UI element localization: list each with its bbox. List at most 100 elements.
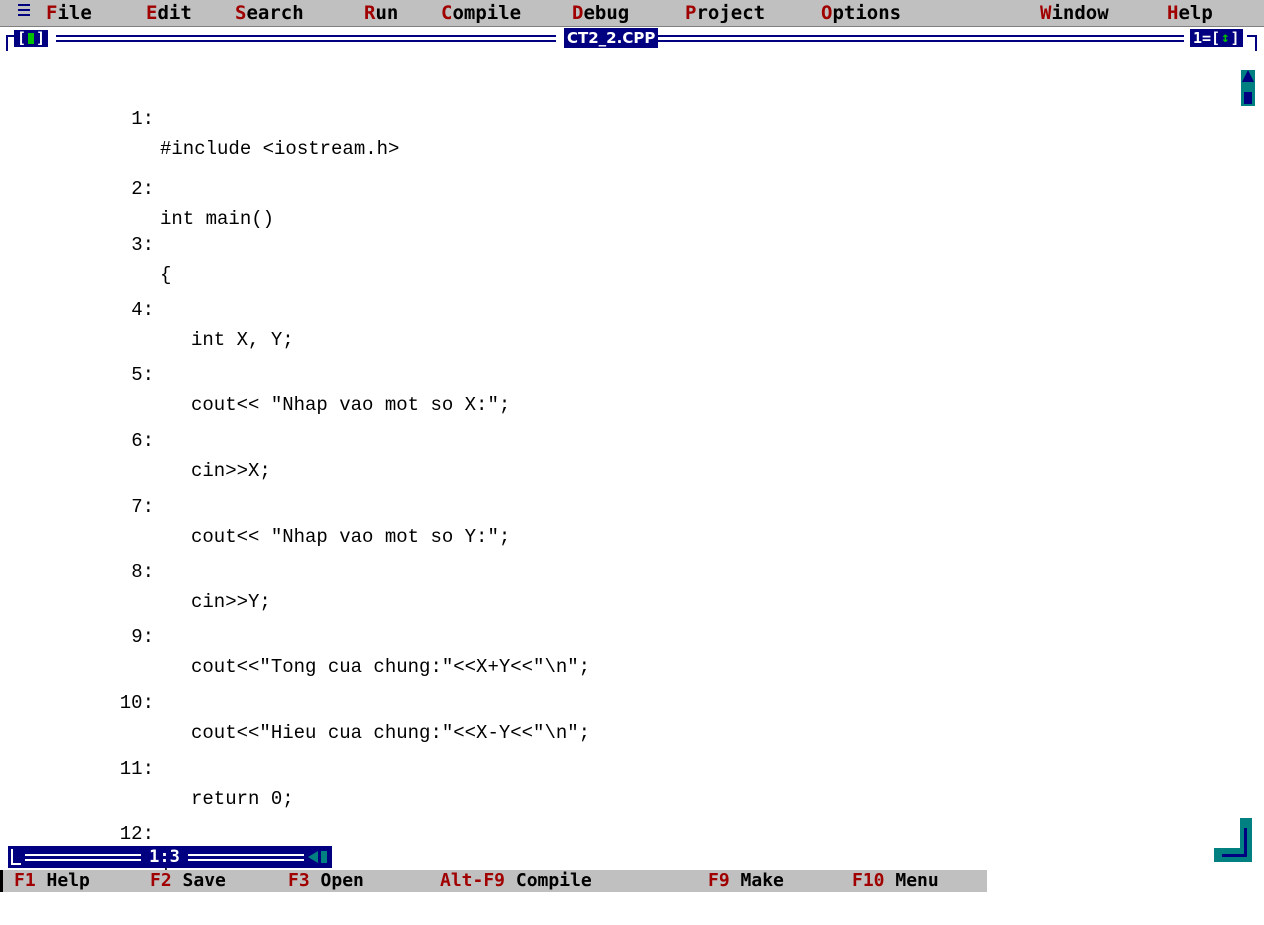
line-number: 7: — [131, 496, 154, 518]
code-line: 3: { — [0, 200, 171, 286]
line-code: int main() — [160, 208, 275, 230]
menu-window[interactable]: Window — [1040, 2, 1109, 24]
fkey-menu-label: Menu — [895, 870, 939, 891]
fkey-open-key: F3 — [288, 870, 310, 891]
menu-options-label: ptions — [832, 2, 902, 24]
code-line: 10: cout<<"Hieu cua chung:"<<X-Y<<"\n"; — [0, 658, 590, 744]
window-bottom-frame: 1:3 — [0, 846, 1264, 868]
menu-help[interactable]: Help — [1167, 2, 1213, 24]
menu-bar: File Edit Search Run Compile Debug Proje… — [0, 0, 1264, 27]
window-number: 1 — [1193, 29, 1203, 47]
menu-help-hotkey: H — [1167, 2, 1179, 24]
frame-line-left — [56, 35, 556, 42]
menu-window-hotkey: W — [1040, 2, 1052, 24]
line-code: cout<< "Nhap vao mot so X:"; — [191, 394, 511, 416]
line-number: 10: — [119, 692, 154, 714]
line-code: return 0; — [191, 788, 294, 810]
menu-project[interactable]: Project — [685, 2, 765, 24]
fkey-make[interactable]: F9 Make — [708, 870, 784, 892]
frame-line-right — [656, 35, 1184, 42]
fkey-help-key: F1 — [14, 870, 36, 891]
zoom-bracket-right: ] — [1230, 29, 1240, 47]
menu-edit[interactable]: Edit — [146, 2, 192, 24]
line-number: 11: — [119, 758, 154, 780]
menu-file-label: ile — [57, 2, 92, 24]
menu-compile-hotkey: C — [441, 2, 453, 24]
line-code: cin>>Y; — [191, 591, 271, 613]
code-line: 6: cin>>X; — [0, 396, 271, 482]
menu-help-label: elp — [1178, 2, 1213, 24]
menu-options[interactable]: Options — [821, 2, 901, 24]
menu-run-hotkey: R — [364, 2, 376, 24]
line-code: { — [160, 264, 172, 286]
menu-file[interactable]: File — [46, 2, 92, 24]
code-line: 8: cin>>Y; — [0, 527, 271, 613]
fkey-open-label: Open — [320, 870, 364, 891]
line-number: 3: — [131, 234, 154, 256]
menu-window-label: indow — [1051, 2, 1109, 24]
line-number: 4: — [131, 299, 154, 321]
cursor-position: 1:3 — [149, 847, 180, 867]
frame-corner-top-right — [1247, 35, 1257, 51]
menu-compile[interactable]: Compile — [441, 2, 521, 24]
fkey-compile-key: Alt-F9 — [440, 870, 506, 891]
fkey-compile-label: Compile — [515, 870, 592, 891]
function-key-bar: F1 Help F2 Save F3 Open Alt-F9 Compile F… — [0, 870, 1264, 892]
close-bracket-left: [ — [17, 29, 27, 47]
menu-debug[interactable]: Debug — [572, 2, 629, 24]
close-icon — [28, 33, 35, 44]
menu-edit-label: dit — [157, 2, 192, 24]
fkey-save-label: Save — [182, 870, 226, 891]
line-code: cout<<"Hieu cua chung:"<<X-Y<<"\n"; — [191, 722, 591, 744]
close-button[interactable]: [ ] — [14, 29, 49, 47]
code-line: 12: } — [0, 789, 172, 875]
fkey-save[interactable]: F2 Save — [150, 870, 226, 892]
fkey-compile[interactable]: Alt-F9 Compile — [440, 870, 592, 892]
scroll-up-arrow-icon[interactable] — [1242, 70, 1254, 82]
editor-text-area[interactable]: 1: #include <iostream.h> 2: int main() 3… — [0, 60, 1230, 875]
line-code: cout<<"Tong cua chung:"<<X+Y<<"\n"; — [191, 656, 591, 678]
horizontal-scroll-thumb[interactable] — [321, 851, 327, 863]
menu-file-hotkey: F — [46, 2, 58, 24]
line-number: 12: — [119, 823, 154, 845]
line-number: 8: — [131, 561, 154, 583]
status-bar: 1:3 — [8, 846, 332, 868]
window-controls: 1 =[ ↕ ] — [1190, 29, 1243, 47]
scroll-left-arrow-icon[interactable] — [308, 851, 318, 863]
close-bracket-right: ] — [36, 29, 46, 47]
code-line: 2: int main() — [0, 144, 274, 230]
zoom-icon[interactable]: ↕ — [1221, 29, 1229, 47]
code-line: 1: #include <iostream.h> — [0, 74, 399, 160]
zoom-bracket-left: =[ — [1202, 29, 1221, 47]
frame-corner-bottom-left — [11, 849, 21, 865]
menu-debug-hotkey: D — [572, 2, 584, 24]
menu-debug-label: ebug — [583, 2, 630, 24]
fkey-help-label: Help — [46, 870, 90, 891]
code-line: 5: cout<< "Nhap vao mot so X:"; — [0, 330, 510, 416]
fkey-menu[interactable]: F10 Menu — [852, 870, 939, 892]
menu-project-label: roject — [696, 2, 766, 24]
fkey-make-label: Make — [740, 870, 784, 891]
status-line-left — [25, 853, 142, 861]
window-title: CT2_2.CPP — [564, 28, 659, 48]
line-number: 1: — [131, 108, 154, 130]
menu-options-hotkey: O — [821, 2, 833, 24]
menu-project-hotkey: P — [685, 2, 697, 24]
menu-edit-hotkey: E — [146, 2, 158, 24]
window-top-frame: [ ] CT2_2.CPP 1 =[ ↕ ] — [0, 27, 1264, 51]
fkey-help[interactable]: F1 Help — [14, 870, 90, 892]
vertical-scroll-thumb[interactable] — [1244, 92, 1252, 104]
system-menu-icon[interactable] — [18, 4, 30, 18]
menu-search-label: earch — [246, 2, 304, 24]
line-code: int X, Y; — [191, 329, 294, 351]
vertical-scrollbar[interactable] — [1241, 70, 1255, 106]
fkey-open[interactable]: F3 Open — [288, 870, 364, 892]
menu-run-label: un — [375, 2, 399, 24]
line-code: cout<< "Nhap vao mot so Y:"; — [191, 526, 511, 548]
fkey-menu-key: F10 — [852, 870, 885, 891]
menu-search[interactable]: Search — [235, 2, 304, 24]
menu-run[interactable]: Run — [364, 2, 398, 24]
line-number: 5: — [131, 364, 154, 386]
line-code: #include <iostream.h> — [160, 138, 400, 160]
status-line-right — [187, 853, 304, 861]
